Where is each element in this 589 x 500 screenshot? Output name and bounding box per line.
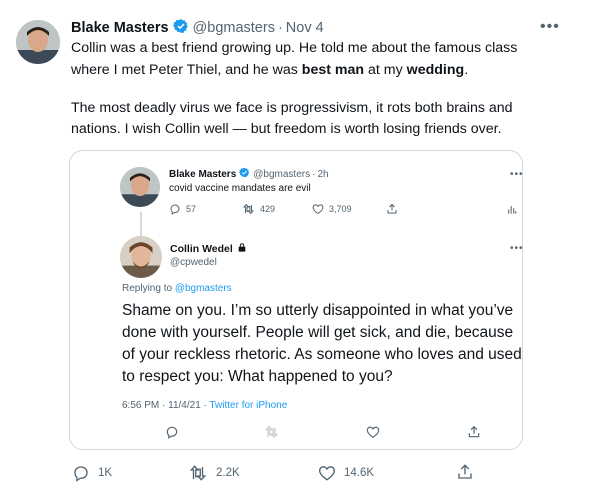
tweet-text-line: Collin was a best friend growing up. He …: [71, 40, 518, 56]
more-icon[interactable]: •••: [540, 19, 560, 35]
more-icon[interactable]: •••: [510, 170, 524, 180]
tweet-text-line: The most deadly virus we face is progres…: [71, 100, 513, 116]
text-bold: wedding: [406, 62, 465, 78]
reply-count: 57: [186, 204, 197, 214]
reply-timestamp[interactable]: 6:56 PM · 11/4/21 ·: [122, 400, 209, 411]
share-action[interactable]: [456, 463, 474, 481]
quoted-author-handle[interactable]: @bgmasters: [253, 169, 310, 180]
replying-to: Replying to @bgmasters: [122, 283, 232, 294]
replying-prefix: Replying to: [122, 283, 175, 294]
reply-text-line: to respect you: What happened to you?: [122, 368, 393, 385]
reply-icon: [170, 204, 180, 215]
like-icon: [319, 466, 335, 481]
share-icon: [387, 203, 397, 214]
more-icon[interactable]: •••: [510, 244, 524, 254]
verified-badge-icon: [239, 167, 250, 181]
quoted-author-avatar[interactable]: [120, 167, 160, 207]
reply-retweet-action[interactable]: [264, 425, 279, 439]
replying-to-handle[interactable]: @bgmasters: [175, 283, 232, 294]
text-bold: best man: [301, 62, 365, 78]
like-icon: [366, 426, 380, 438]
reply-share-action[interactable]: [467, 425, 481, 439]
like-icon: [312, 204, 324, 215]
lock-icon: [237, 242, 247, 256]
reply-text-line: of your reckless rhetoric. As someone wh…: [122, 346, 522, 363]
quoted-like-action[interactable]: 3,709: [312, 203, 352, 215]
separator: ·: [312, 168, 316, 180]
verified-badge-icon: [172, 18, 189, 38]
reply-source[interactable]: Twitter for iPhone: [209, 400, 287, 411]
text-segment: .: [464, 62, 469, 78]
separator: ·: [277, 20, 283, 36]
reply-author-avatar[interactable]: [120, 236, 162, 278]
reply-icon: [74, 466, 88, 482]
tweet-date[interactable]: Nov 4: [286, 20, 324, 36]
text-segment: at my: [364, 62, 407, 78]
reply-like-action[interactable]: [366, 425, 380, 439]
quoted-analytics-action[interactable]: [507, 204, 517, 215]
like-count: 3,709: [329, 204, 352, 214]
reply-action[interactable]: 1K: [72, 464, 112, 482]
retweet-icon: [264, 425, 279, 439]
retweet-icon: [189, 465, 207, 481]
reply-timestamp-row: 6:56 PM · 11/4/21 · Twitter for iPhone: [122, 400, 287, 411]
quoted-retweet-action[interactable]: 429: [242, 203, 275, 215]
share-icon: [468, 425, 480, 438]
reply-icon: [166, 426, 178, 439]
share-icon: [458, 464, 472, 479]
reply-count: 1K: [98, 467, 113, 479]
author-name[interactable]: Blake Masters: [71, 20, 169, 36]
author-avatar[interactable]: [16, 20, 60, 64]
reply-text-line: Shame on you. I’m so utterly disappointe…: [122, 302, 514, 319]
text-segment: where I met Peter Thiel, and he was: [71, 62, 302, 78]
reply-reply-action[interactable]: [165, 425, 179, 439]
reply-text-line: done with yourself. People will get sick…: [122, 324, 514, 341]
main-tweet[interactable]: Blake Masters @bgmasters · Nov 4 ••• Col…: [0, 0, 589, 500]
quoted-author-name[interactable]: Blake Masters: [169, 169, 236, 180]
like-action[interactable]: 14.6K: [318, 464, 374, 482]
retweet-action[interactable]: 2.2K: [188, 464, 240, 482]
quoted-tweet-time[interactable]: 2h: [317, 169, 328, 180]
retweet-count: 429: [260, 204, 276, 214]
quoted-reply-action[interactable]: 57: [169, 203, 196, 215]
quoted-share-action[interactable]: [386, 203, 398, 215]
tweet-text-line: nations. I wish Collin well — but freedo…: [71, 121, 502, 137]
analytics-icon: [508, 206, 517, 214]
tweet-text-line: where I met Peter Thiel, and he was best…: [71, 60, 468, 80]
reply-author-name[interactable]: Collin Wedel: [170, 243, 233, 255]
retweet-icon: [242, 203, 255, 215]
quoted-tweet-text: covid vaccine mandates are evil: [169, 183, 311, 194]
reply-author-handle[interactable]: @cpwedel: [170, 257, 217, 268]
thread-connector: [140, 212, 142, 236]
like-count: 14.6K: [344, 467, 375, 479]
author-handle[interactable]: @bgmasters: [193, 20, 275, 36]
retweet-count: 2.2K: [216, 467, 240, 479]
